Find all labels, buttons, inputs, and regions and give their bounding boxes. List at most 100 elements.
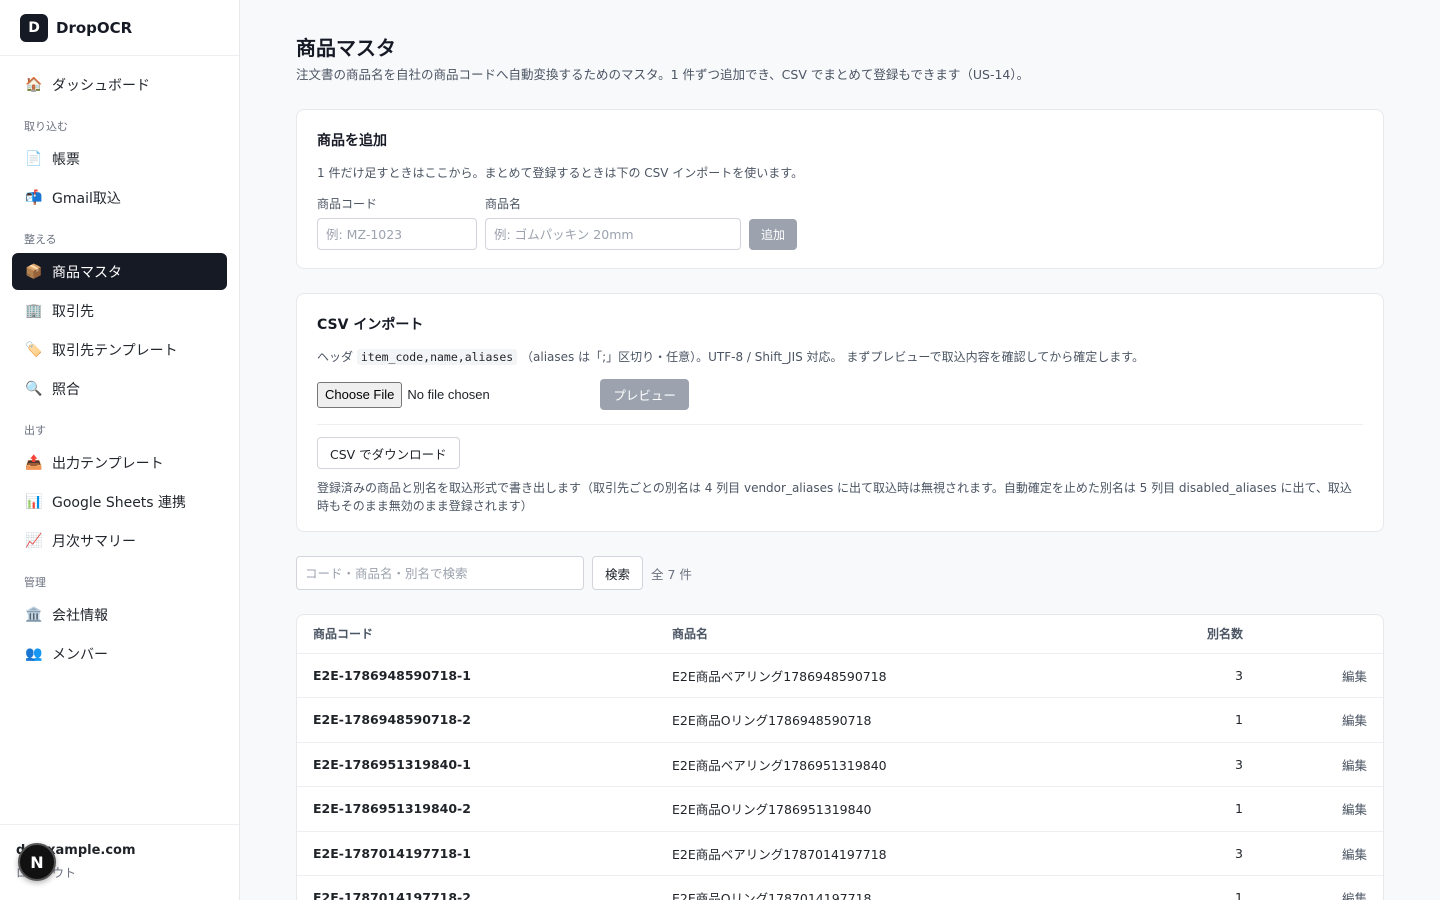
table-row: E2E-1787014197718-1 E2E商品ベアリング1787014197… [297, 831, 1383, 876]
name-field: 商品名 [485, 195, 741, 250]
result-count: 全 7 件 [651, 566, 692, 582]
products-table-card: 商品コード 商品名 別名数 E2E-1786948590718-1 E2E商品ベ… [296, 614, 1384, 900]
products-table: 商品コード 商品名 別名数 E2E-1786948590718-1 E2E商品ベ… [297, 615, 1383, 900]
add-button[interactable]: 追加 [749, 219, 798, 250]
sidebar-item-members[interactable]: 👥 メンバー [12, 635, 227, 672]
cell-code: E2E-1786948590718-1 [297, 653, 656, 698]
sidebar-item-sheets[interactable]: 📊 Google Sheets 連携 [12, 483, 227, 520]
choose-file-button[interactable]: Choose File [317, 381, 403, 408]
cell-aliases: 1 [1126, 786, 1259, 832]
edit-link[interactable]: 編集 [1259, 786, 1383, 832]
cell-name: E2E商品ベアリング1786948590718 [656, 653, 1126, 698]
cell-code: E2E-1786948590718-2 [297, 697, 656, 743]
sidebar-item-label: 商品マスタ [52, 264, 122, 281]
csv-download-button[interactable]: CSV でダウンロード [317, 437, 460, 469]
sidebar-item-label: 帳票 [52, 151, 80, 168]
add-form: 商品コード 商品名 追加 [317, 195, 1363, 250]
header-edit [1259, 615, 1383, 654]
nav-section-output: 出す [24, 424, 46, 437]
avatar[interactable]: N [18, 843, 56, 881]
csv-header-code: item_code,name,aliases [356, 349, 518, 365]
search-button[interactable]: 検索 [592, 556, 644, 590]
header-aliases: 別名数 [1126, 615, 1259, 654]
sidebar-item-output-templates[interactable]: 📤 出力テンプレート [12, 444, 227, 481]
sidebar-item-company[interactable]: 🏛️ 会社情報 [12, 596, 227, 633]
cell-name: E2E商品ベアリング1786951319840 [656, 742, 1126, 787]
csv-card-title: CSV インポート [317, 317, 424, 333]
cell-code: E2E-1786951319840-2 [297, 786, 656, 832]
sidebar-nav: 🏠 ダッシュボード 取り込む 📄 帳票 📬 Gmail取込 整える 📦 商品マス… [0, 56, 239, 672]
csv-import-card: CSV インポート ヘッダ item_code,name,aliases （al… [296, 293, 1384, 532]
cell-code: E2E-1787014197718-1 [297, 831, 656, 876]
product-code-input[interactable] [317, 218, 477, 250]
table-row: E2E-1787014197718-2 E2E商品Oリング17870141977… [297, 875, 1383, 900]
edit-link[interactable]: 編集 [1259, 831, 1383, 876]
cell-code: E2E-1786951319840-1 [297, 742, 656, 787]
table-row: E2E-1786951319840-1 E2E商品ベアリング1786951319… [297, 742, 1383, 787]
brand[interactable]: D DropOCR [0, 0, 239, 56]
brand-name: DropOCR [56, 18, 133, 37]
bar-chart-icon: 📊 [25, 493, 43, 510]
edit-link[interactable]: 編集 [1259, 697, 1383, 743]
sidebar-item-label: 会社情報 [52, 607, 108, 624]
code-field: 商品コード [317, 195, 477, 250]
divider [317, 424, 1363, 425]
sidebar-item-dashboard[interactable]: 🏠 ダッシュボード [12, 66, 227, 103]
main-content: 商品マスタ 注文書の商品名を自社の商品コードへ自動変換するためのマスタ。1 件ず… [296, 0, 1384, 900]
sidebar-item-label: Gmail取込 [52, 190, 121, 207]
package-icon: 📦 [25, 263, 43, 280]
add-card-subtitle: 1 件だけ足すときはここから。まとめて登録するときは下の CSV インポートを使… [317, 166, 804, 180]
csv-header-prefix: ヘッダ [317, 350, 354, 364]
trend-chart-icon: 📈 [25, 532, 43, 549]
header-name: 商品名 [656, 615, 1126, 654]
label-icon: 🏷️ [25, 341, 43, 358]
sidebar-item-label: Google Sheets 連携 [52, 494, 187, 511]
sidebar-item-gmail[interactable]: 📬 Gmail取込 [12, 179, 227, 216]
table-row: E2E-1786951319840-2 E2E商品Oリング17869513198… [297, 786, 1383, 832]
edit-link[interactable]: 編集 [1259, 653, 1383, 698]
download-note: 登録済みの商品と別名を取込形式で書き出します（取引先ごとの別名は 4 列目 ve… [317, 481, 1352, 513]
edit-link[interactable]: 編集 [1259, 875, 1383, 900]
house-icon: 🏠 [25, 76, 43, 93]
file-status: No file chosen [407, 387, 490, 402]
sidebar-item-partner-templates[interactable]: 🏷️ 取引先テンプレート [12, 331, 227, 368]
nav-section-admin: 管理 [24, 576, 46, 589]
users-icon: 👥 [25, 645, 43, 662]
cell-name: E2E商品ベアリング1787014197718 [656, 831, 1126, 876]
page-description: 注文書の商品名を自社の商品コードへ自動変換するためのマスタ。1 件ずつ追加でき、… [296, 67, 1030, 82]
sidebar-item-partners[interactable]: 🏢 取引先 [12, 292, 227, 329]
table-header-row: 商品コード 商品名 別名数 [297, 615, 1383, 654]
cell-aliases: 3 [1126, 742, 1259, 787]
sidebar: D DropOCR 🏠 ダッシュボード 取り込む 📄 帳票 📬 Gmail取込 … [0, 0, 240, 900]
search-input[interactable] [296, 556, 584, 590]
cell-aliases: 1 [1126, 875, 1259, 900]
sidebar-item-monthly[interactable]: 📈 月次サマリー [12, 522, 227, 559]
brand-logo: D [20, 13, 48, 42]
sidebar-item-matching[interactable]: 🔍 照合 [12, 370, 227, 407]
csv-header-hint: ヘッダ item_code,name,aliases （aliases は「;」… [317, 348, 1363, 365]
sidebar-item-label: 取引先テンプレート [52, 342, 178, 359]
magnifier-icon: 🔍 [25, 380, 43, 397]
building-icon: 🏢 [25, 302, 43, 319]
cell-code: E2E-1787014197718-2 [297, 875, 656, 900]
edit-link[interactable]: 編集 [1259, 742, 1383, 787]
cell-aliases: 3 [1126, 831, 1259, 876]
sidebar-item-label: メンバー [52, 646, 108, 663]
sidebar-item-documents[interactable]: 📄 帳票 [12, 140, 227, 177]
add-card-title: 商品を追加 [317, 133, 387, 149]
cell-name: E2E商品Oリング1786951319840 [656, 786, 1126, 832]
nav-section-organize: 整える [24, 233, 57, 246]
document-icon: 📄 [25, 150, 43, 167]
preview-button[interactable]: プレビュー [600, 379, 689, 410]
sidebar-item-label: 月次サマリー [52, 533, 136, 550]
page-title: 商品マスタ [296, 36, 396, 60]
cell-aliases: 3 [1126, 653, 1259, 698]
product-name-input[interactable] [485, 218, 741, 250]
cell-name: E2E商品Oリング1786948590718 [656, 697, 1126, 743]
cell-aliases: 1 [1126, 697, 1259, 743]
sidebar-item-label: 取引先 [52, 303, 94, 320]
download-row: CSV でダウンロード [317, 437, 1363, 469]
sidebar-item-products[interactable]: 📦 商品マスタ [12, 253, 227, 290]
table-row: E2E-1786948590718-2 E2E商品Oリング17869485907… [297, 697, 1383, 743]
mailbox-icon: 📬 [25, 189, 43, 206]
